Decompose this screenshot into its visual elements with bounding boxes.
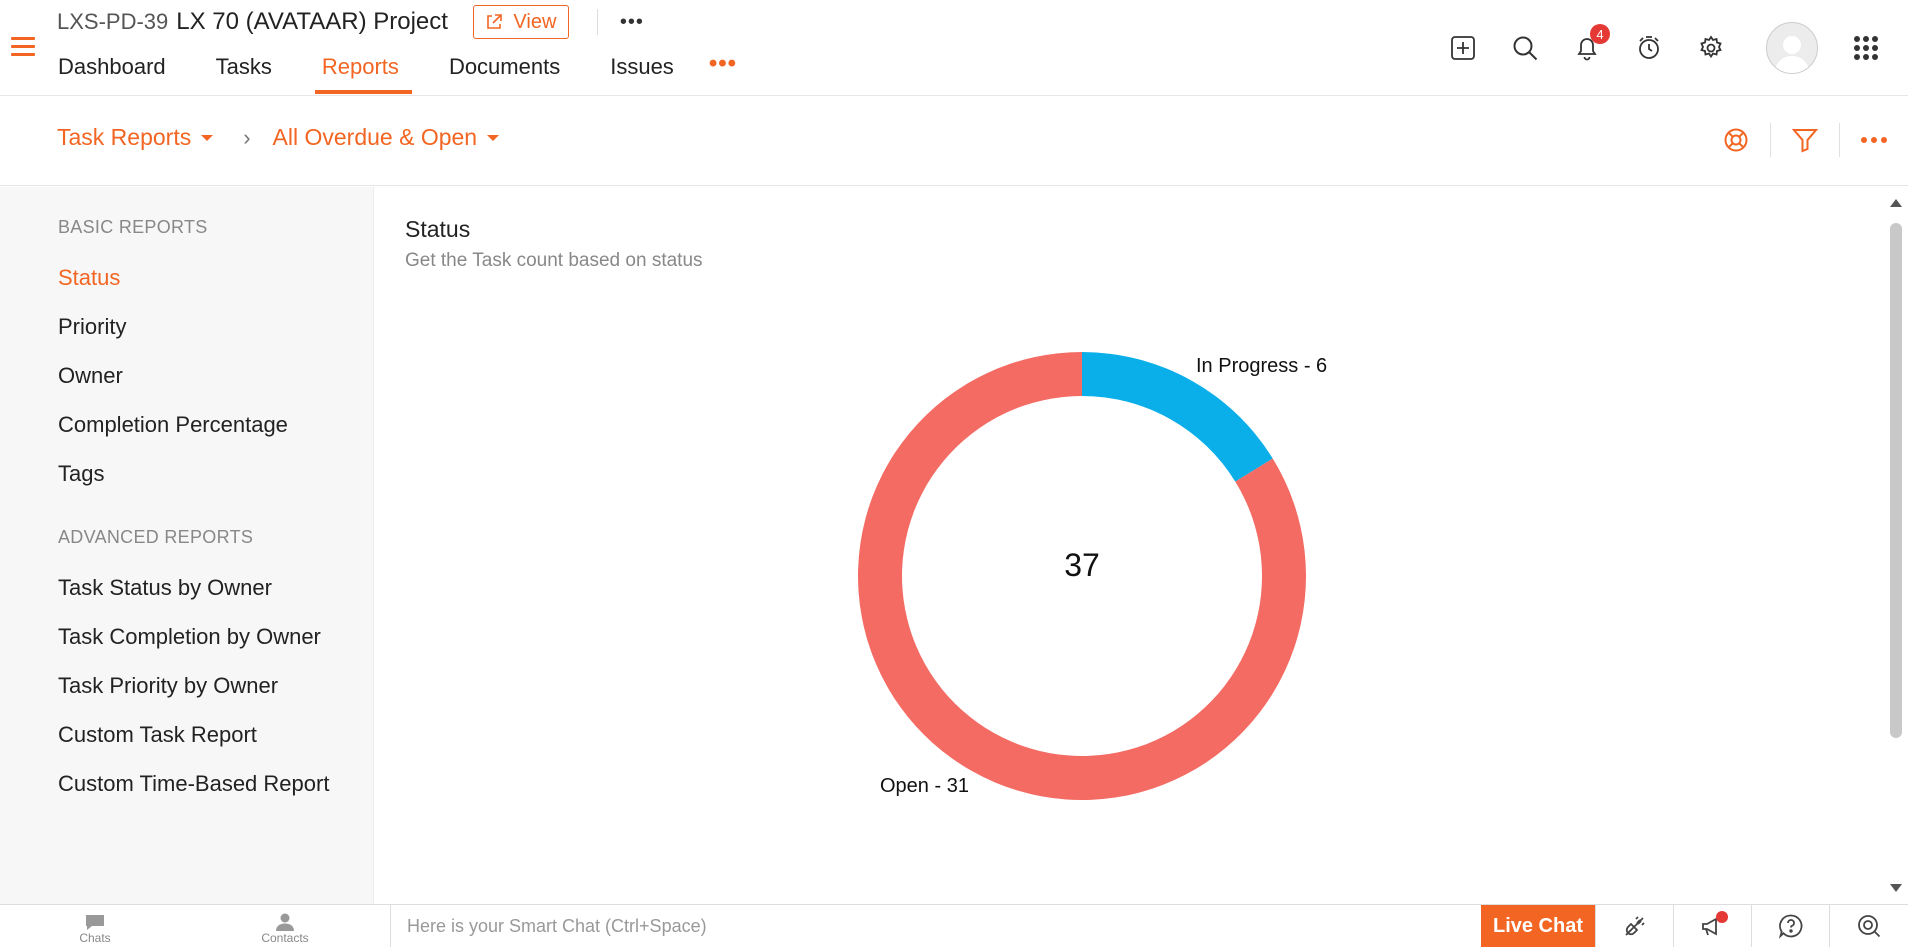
gear-icon[interactable] xyxy=(1680,28,1742,68)
view-project-button[interactable]: View xyxy=(472,5,569,39)
slice-label-open: Open - 31 xyxy=(880,775,969,797)
announcement-icon[interactable] xyxy=(1673,905,1751,947)
sidebar-item-completion-percentage[interactable]: Completion Percentage xyxy=(58,412,288,438)
notification-badge: 4 xyxy=(1590,24,1610,44)
sidebar-item-custom-time-based-report[interactable]: Custom Time-Based Report xyxy=(58,771,329,797)
search-chat-icon[interactable] xyxy=(1829,905,1907,947)
smart-chat-input[interactable]: Here is your Smart Chat (Ctrl+Space) xyxy=(390,905,1481,947)
tab-dashboard[interactable]: Dashboard xyxy=(57,50,167,96)
timer-icon[interactable] xyxy=(1618,28,1680,68)
tab-reports[interactable]: Reports xyxy=(314,50,412,96)
main-nav: Dashboard Tasks Reports Documents Issues… xyxy=(57,50,737,96)
plug-icon[interactable] xyxy=(1595,905,1673,947)
scroll-up-icon[interactable] xyxy=(1890,199,1902,207)
live-chat-button[interactable]: Live Chat xyxy=(1481,905,1595,947)
add-icon[interactable] xyxy=(1432,28,1494,68)
caret-down-icon xyxy=(201,134,214,141)
report-filter-label: All Overdue & Open xyxy=(272,124,478,150)
project-id: LXS-PD-39 xyxy=(57,9,169,34)
divider xyxy=(596,9,598,35)
report-toolbar: Task Reports › All Overdue & Open xyxy=(0,96,1908,186)
chats-label: Chats xyxy=(79,931,111,945)
help-icon[interactable] xyxy=(1751,905,1829,947)
sidebar-item-owner[interactable]: Owner xyxy=(58,363,123,389)
header-actions: 4 xyxy=(1432,18,1908,78)
more-options-icon[interactable] xyxy=(1840,120,1908,160)
tab-tasks[interactable]: Tasks xyxy=(215,50,273,96)
apps-grid-icon[interactable] xyxy=(1836,28,1896,68)
sidebar-item-task-status-by-owner[interactable]: Task Status by Owner xyxy=(58,575,272,601)
report-type-dropdown[interactable]: Task Reports xyxy=(57,124,214,151)
slice-label-in-progress: In Progress - 6 xyxy=(1196,355,1327,377)
top-header: LXS-PD-39 LX 70 (AVATAAR) Project View •… xyxy=(0,0,1908,96)
report-filter-dropdown[interactable]: All Overdue & Open xyxy=(273,124,500,151)
contacts-tab[interactable]: Contacts xyxy=(190,905,380,947)
scroll-down-icon[interactable] xyxy=(1890,884,1902,892)
reports-sidebar: BASIC REPORTS Status Priority Owner Comp… xyxy=(0,187,374,904)
breadcrumb: Task Reports › All Overdue & Open xyxy=(57,124,500,151)
hamburger-menu-icon[interactable] xyxy=(11,37,35,57)
sidebar-item-task-completion-by-owner[interactable]: Task Completion by Owner xyxy=(58,624,321,650)
sidebar-item-priority[interactable]: Priority xyxy=(58,314,126,340)
status-donut-chart: 37 In Progress - 6 Open - 31 xyxy=(858,352,1327,800)
chat-bubble-icon xyxy=(86,915,104,930)
avatar[interactable] xyxy=(1766,22,1818,74)
search-icon[interactable] xyxy=(1494,28,1556,68)
advanced-reports-heading: ADVANCED REPORTS xyxy=(58,527,254,547)
nav-more-icon[interactable]: ••• xyxy=(709,50,737,96)
report-actions xyxy=(1702,120,1908,160)
report-type-label: Task Reports xyxy=(57,124,192,150)
bell-icon[interactable]: 4 xyxy=(1556,24,1618,68)
basic-reports-heading: BASIC REPORTS xyxy=(58,217,208,237)
donut-total-label: 37 xyxy=(1064,547,1100,583)
contacts-label: Contacts xyxy=(261,931,309,945)
sidebar-item-custom-task-report[interactable]: Custom Task Report xyxy=(58,722,257,748)
view-project-label: View xyxy=(513,10,557,33)
project-more-icon[interactable]: ••• xyxy=(620,11,644,34)
report-main: Status Get the Task count based on statu… xyxy=(375,187,1885,904)
sidebar-item-task-priority-by-owner[interactable]: Task Priority by Owner xyxy=(58,673,278,699)
vertical-scrollbar[interactable] xyxy=(1885,187,1908,904)
caret-down-icon xyxy=(487,134,500,141)
contacts-icon xyxy=(276,913,294,931)
external-link-icon xyxy=(487,14,503,29)
chats-tab[interactable]: Chats xyxy=(0,905,190,947)
announcement-dot xyxy=(1716,911,1728,923)
help-lifebuoy-icon[interactable] xyxy=(1702,120,1770,160)
filter-icon[interactable] xyxy=(1771,120,1839,160)
scrollbar-thumb[interactable] xyxy=(1890,223,1902,738)
tab-issues[interactable]: Issues xyxy=(609,50,675,96)
tab-documents[interactable]: Documents xyxy=(448,50,561,96)
sidebar-item-tags[interactable]: Tags xyxy=(58,461,104,487)
chevron-right-icon: › xyxy=(243,124,251,150)
project-title-row: LXS-PD-39 LX 70 (AVATAAR) Project View •… xyxy=(57,5,644,39)
sidebar-item-status[interactable]: Status xyxy=(58,265,120,291)
project-name[interactable]: LX 70 (AVATAAR) Project xyxy=(176,8,448,36)
footer-bar: Chats Contacts Here is your Smart Chat (… xyxy=(0,904,1908,947)
